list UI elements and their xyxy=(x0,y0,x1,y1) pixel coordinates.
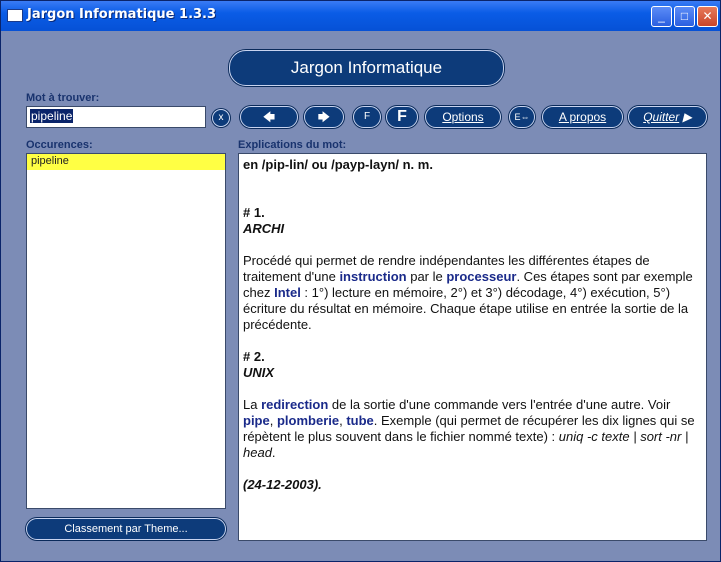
app-window: Jargon Informatique 1.3.3 _ □ ✕ Jargon I… xyxy=(0,0,721,562)
search-value: pipeline xyxy=(30,109,74,123)
minimize-button[interactable]: _ xyxy=(651,6,672,27)
occurrences-list[interactable]: pipeline xyxy=(26,153,226,509)
search-label: Mot à trouver: xyxy=(26,92,100,104)
back-button[interactable]: 🡄 xyxy=(240,106,298,128)
options-button[interactable]: Options xyxy=(425,106,501,128)
font-smaller-button[interactable]: F xyxy=(353,106,381,128)
equivalence-button[interactable]: E⇔ xyxy=(509,106,535,128)
app-banner: Jargon Informatique xyxy=(229,50,504,86)
list-item[interactable]: pipeline xyxy=(27,154,225,170)
apropos-label: A propos xyxy=(558,110,607,124)
quit-button[interactable]: Quitter ▶ xyxy=(628,106,707,128)
classement-theme-label: Classement par Theme... xyxy=(64,523,188,535)
app-icon xyxy=(7,9,23,22)
link-tube[interactable]: tube xyxy=(346,413,373,428)
classement-theme-button[interactable]: Classement par Theme... xyxy=(26,518,226,540)
title-bar[interactable]: Jargon Informatique 1.3.3 _ □ ✕ xyxy=(1,1,720,31)
font-larger-button[interactable]: F xyxy=(386,106,418,128)
link-pipe[interactable]: pipe xyxy=(243,413,270,428)
section-2-heading: # 2. xyxy=(243,349,265,364)
section-2-domain: UNIX xyxy=(243,365,275,380)
forward-button[interactable]: 🡆 xyxy=(304,106,344,128)
section-1-domain: ARCHI xyxy=(243,221,285,236)
link-redirection[interactable]: redirection xyxy=(261,397,328,412)
search-input[interactable]: pipeline xyxy=(26,106,206,128)
link-instruction[interactable]: instruction xyxy=(339,269,406,284)
entry-date: (24-12-2003). xyxy=(243,477,322,492)
section-1-heading: # 1. xyxy=(243,205,265,220)
play-icon: ▶ xyxy=(682,110,692,124)
apropos-button[interactable]: A propos xyxy=(542,106,623,128)
close-button[interactable]: ✕ xyxy=(697,6,718,27)
link-intel[interactable]: Intel xyxy=(274,285,301,300)
section-2-text: La redirection de la sortie d'une comman… xyxy=(243,397,695,460)
options-label: Options xyxy=(442,110,484,124)
window-title: Jargon Informatique 1.3.3 xyxy=(27,7,217,22)
explanation-text[interactable]: en /pip-lin/ ou /payp-layn/ n. m. # 1. A… xyxy=(238,153,707,541)
section-1-text: Procédé qui permet de rendre indépendant… xyxy=(243,253,693,332)
explanation-label: Explications du mot: xyxy=(238,139,347,151)
clear-search-button[interactable]: x xyxy=(212,109,230,127)
link-plomberie[interactable]: plomberie xyxy=(277,413,339,428)
link-processeur[interactable]: processeur xyxy=(446,269,516,284)
quit-label: Quitter xyxy=(643,110,680,124)
occurrences-label: Occurences: xyxy=(26,139,93,151)
pronunciation: en /pip-lin/ ou /payp-layn/ n. m. xyxy=(243,157,433,172)
maximize-button[interactable]: □ xyxy=(674,6,695,27)
